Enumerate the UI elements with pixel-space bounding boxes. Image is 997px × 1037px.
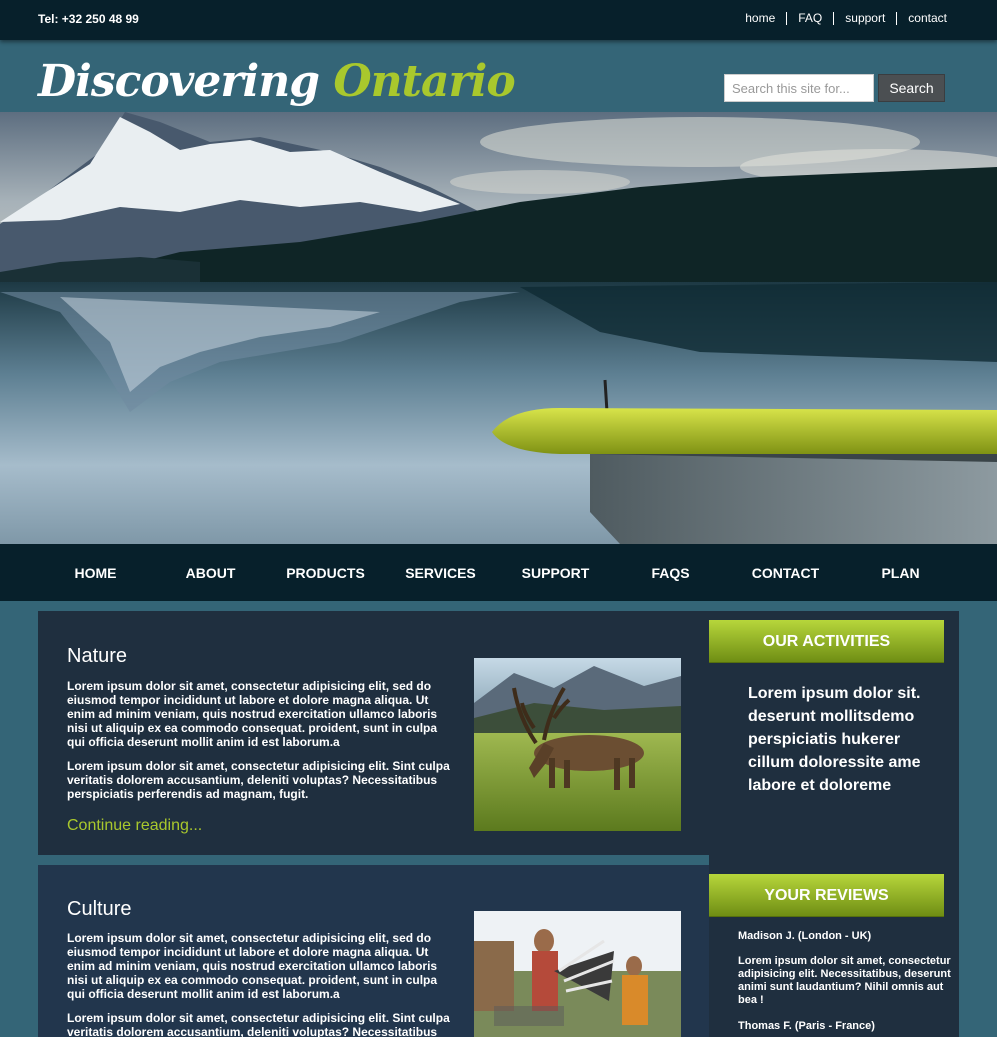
- logo-word-discovering: Discovering: [38, 56, 320, 107]
- nav-item-home[interactable]: HOME: [38, 565, 153, 581]
- main-nav: HOME ABOUT PRODUCTS SERVICES SUPPORT FAQ…: [0, 544, 997, 601]
- article-title: Culture: [67, 898, 132, 920]
- review-author: Thomas F. (Paris - France): [738, 1020, 875, 1032]
- article-title: Nature: [67, 645, 128, 667]
- top-link-contact[interactable]: contact: [896, 12, 947, 25]
- powwow-dancers-photo: [474, 911, 681, 1037]
- top-link-support[interactable]: support: [833, 12, 896, 25]
- article-paragraph: Lorem ipsum dolor sit amet, consectetur …: [67, 759, 450, 801]
- nav-item-support[interactable]: SUPPORT: [498, 565, 613, 581]
- nav-item-faqs[interactable]: FAQS: [613, 565, 728, 581]
- nav-item-products[interactable]: PRODUCTS: [268, 565, 383, 581]
- caribou-photo: [474, 658, 681, 831]
- article-paragraph: Lorem ipsum dolor sit amet, consectetur …: [67, 679, 438, 749]
- search-button[interactable]: Search: [878, 74, 945, 102]
- top-links: home FAQ support contact: [734, 12, 947, 25]
- activities-heading: OUR ACTIVITIES: [709, 620, 944, 663]
- nav-item-contact[interactable]: CONTACT: [728, 565, 843, 581]
- article-paragraph: Lorem ipsum dolor sit amet, consectetur …: [67, 1011, 450, 1037]
- top-bar: Tel: +32 250 48 99 home FAQ support cont…: [0, 0, 997, 40]
- activities-text: Lorem ipsum dolor sit. deserunt mollitsd…: [748, 685, 921, 794]
- top-link-faq[interactable]: FAQ: [786, 12, 833, 25]
- review-author: Madison J. (London - UK): [738, 930, 872, 942]
- article-culture: Culture Lorem ipsum dolor sit amet, cons…: [38, 865, 709, 1037]
- phone-number: Tel: +32 250 48 99: [38, 12, 139, 26]
- review-text: Lorem ipsum dolor sit amet, consectetur …: [738, 955, 951, 1006]
- article-nature: Nature Lorem ipsum dolor sit amet, conse…: [38, 611, 709, 855]
- continue-reading-link[interactable]: Continue reading...: [67, 817, 202, 835]
- hero-lake-image: [0, 112, 997, 544]
- site-logo[interactable]: Discovering Ontario: [38, 56, 516, 107]
- search-input[interactable]: [724, 74, 874, 102]
- reviews-heading: YOUR REVIEWS: [709, 874, 944, 917]
- article-paragraph: Lorem ipsum dolor sit amet, consectetur …: [67, 931, 438, 1001]
- nav-item-services[interactable]: SERVICES: [383, 565, 498, 581]
- logo-word-ontario: Ontario: [333, 56, 515, 107]
- nav-item-about[interactable]: ABOUT: [153, 565, 268, 581]
- sidebar: OUR ACTIVITIES Lorem ipsum dolor sit. de…: [709, 611, 959, 1037]
- top-link-home[interactable]: home: [734, 12, 786, 25]
- nav-item-plan[interactable]: PLAN: [843, 565, 958, 581]
